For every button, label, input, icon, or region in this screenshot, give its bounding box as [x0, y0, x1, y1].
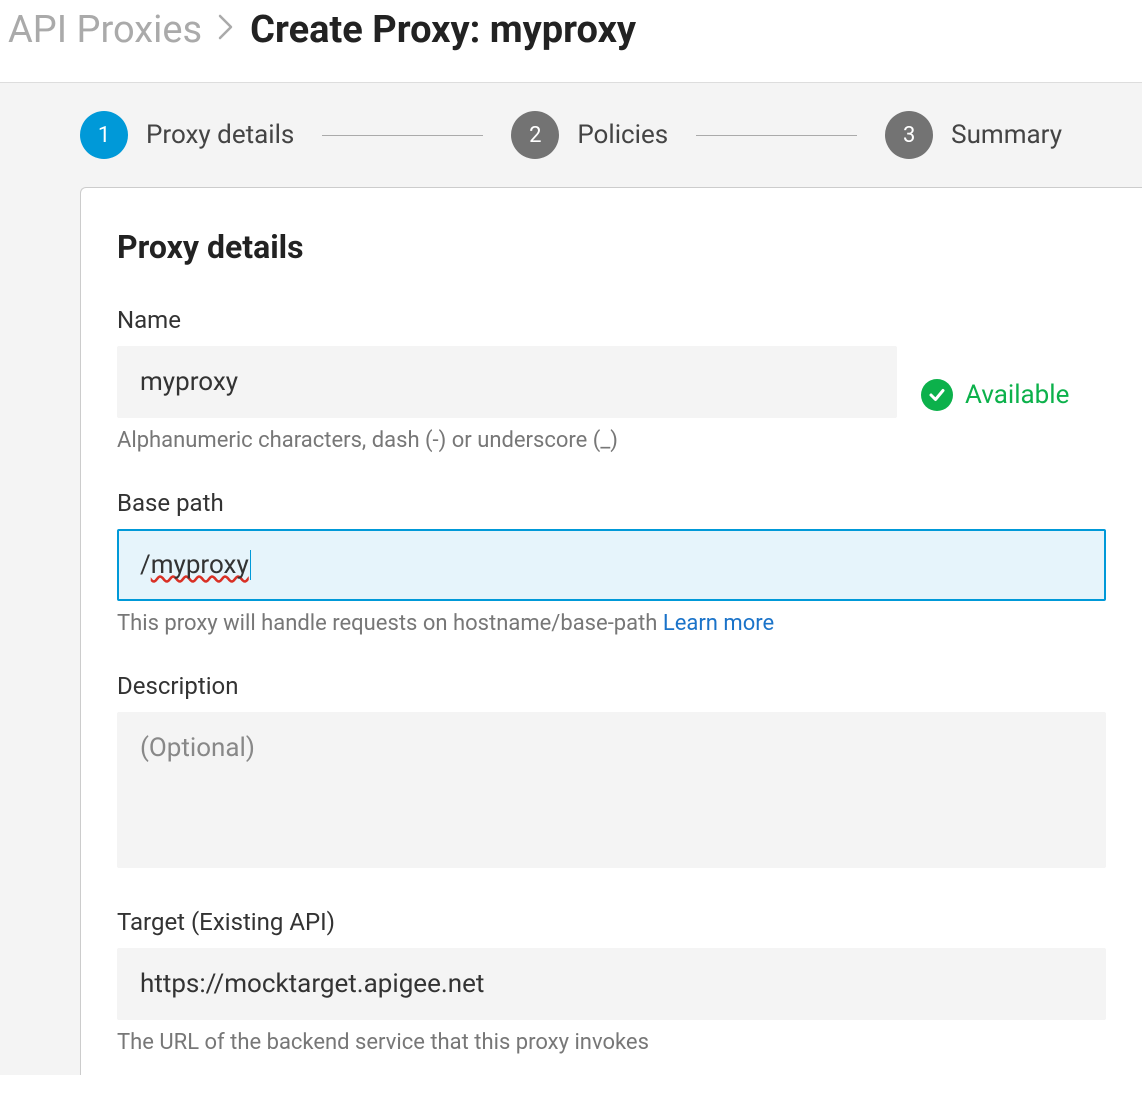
target-label: Target (Existing API) [117, 908, 1106, 936]
field-group-description: Description [117, 672, 1106, 872]
text-cursor [250, 550, 251, 580]
step-summary[interactable]: 3 Summary [885, 111, 1062, 159]
step-number-1: 1 [80, 111, 128, 159]
field-group-basepath: Base path /myproxy This proxy will handl… [117, 489, 1106, 636]
availability-text: Available [965, 380, 1069, 410]
panel-title: Proxy details [117, 228, 1106, 266]
page-header: API Proxies Create Proxy: myproxy [0, 0, 1142, 83]
basepath-help-text: This proxy will handle requests on hostn… [117, 611, 1106, 636]
field-group-target: Target (Existing API) The URL of the bac… [117, 908, 1106, 1055]
basepath-value: /myproxy [140, 550, 249, 580]
breadcrumb-current: Create Proxy: myproxy [250, 8, 636, 52]
description-label: Description [117, 672, 1106, 700]
learn-more-link[interactable]: Learn more [663, 611, 774, 636]
stepper: 1 Proxy details 2 Policies 3 Summary [0, 111, 1142, 187]
breadcrumb-parent[interactable]: API Proxies [8, 8, 202, 52]
basepath-label: Base path [117, 489, 1106, 517]
step-connector [322, 135, 483, 136]
name-help-text: Alphanumeric characters, dash (-) or und… [117, 428, 897, 453]
target-input[interactable] [117, 948, 1106, 1020]
availability-indicator: Available [921, 379, 1069, 411]
step-number-2: 2 [511, 111, 559, 159]
step-number-3: 3 [885, 111, 933, 159]
target-help-text: The URL of the backend service that this… [117, 1030, 1106, 1055]
step-label: Summary [951, 120, 1062, 150]
content-area: 1 Proxy details 2 Policies 3 Summary Pro… [0, 83, 1142, 1075]
step-connector [696, 135, 857, 136]
field-group-name: Name Alphanumeric characters, dash (-) o… [117, 306, 1106, 453]
description-input[interactable] [117, 712, 1106, 868]
step-label: Proxy details [146, 120, 294, 150]
step-policies[interactable]: 2 Policies [511, 111, 668, 159]
check-circle-icon [921, 379, 953, 411]
chevron-right-icon [218, 14, 234, 47]
basepath-input[interactable]: /myproxy [117, 529, 1106, 601]
name-label: Name [117, 306, 897, 334]
name-input[interactable] [117, 346, 897, 418]
step-proxy-details[interactable]: 1 Proxy details [80, 111, 294, 159]
breadcrumb: API Proxies Create Proxy: myproxy [8, 8, 1134, 52]
step-label: Policies [577, 120, 668, 150]
form-panel: Proxy details Name Alphanumeric characte… [80, 187, 1142, 1075]
